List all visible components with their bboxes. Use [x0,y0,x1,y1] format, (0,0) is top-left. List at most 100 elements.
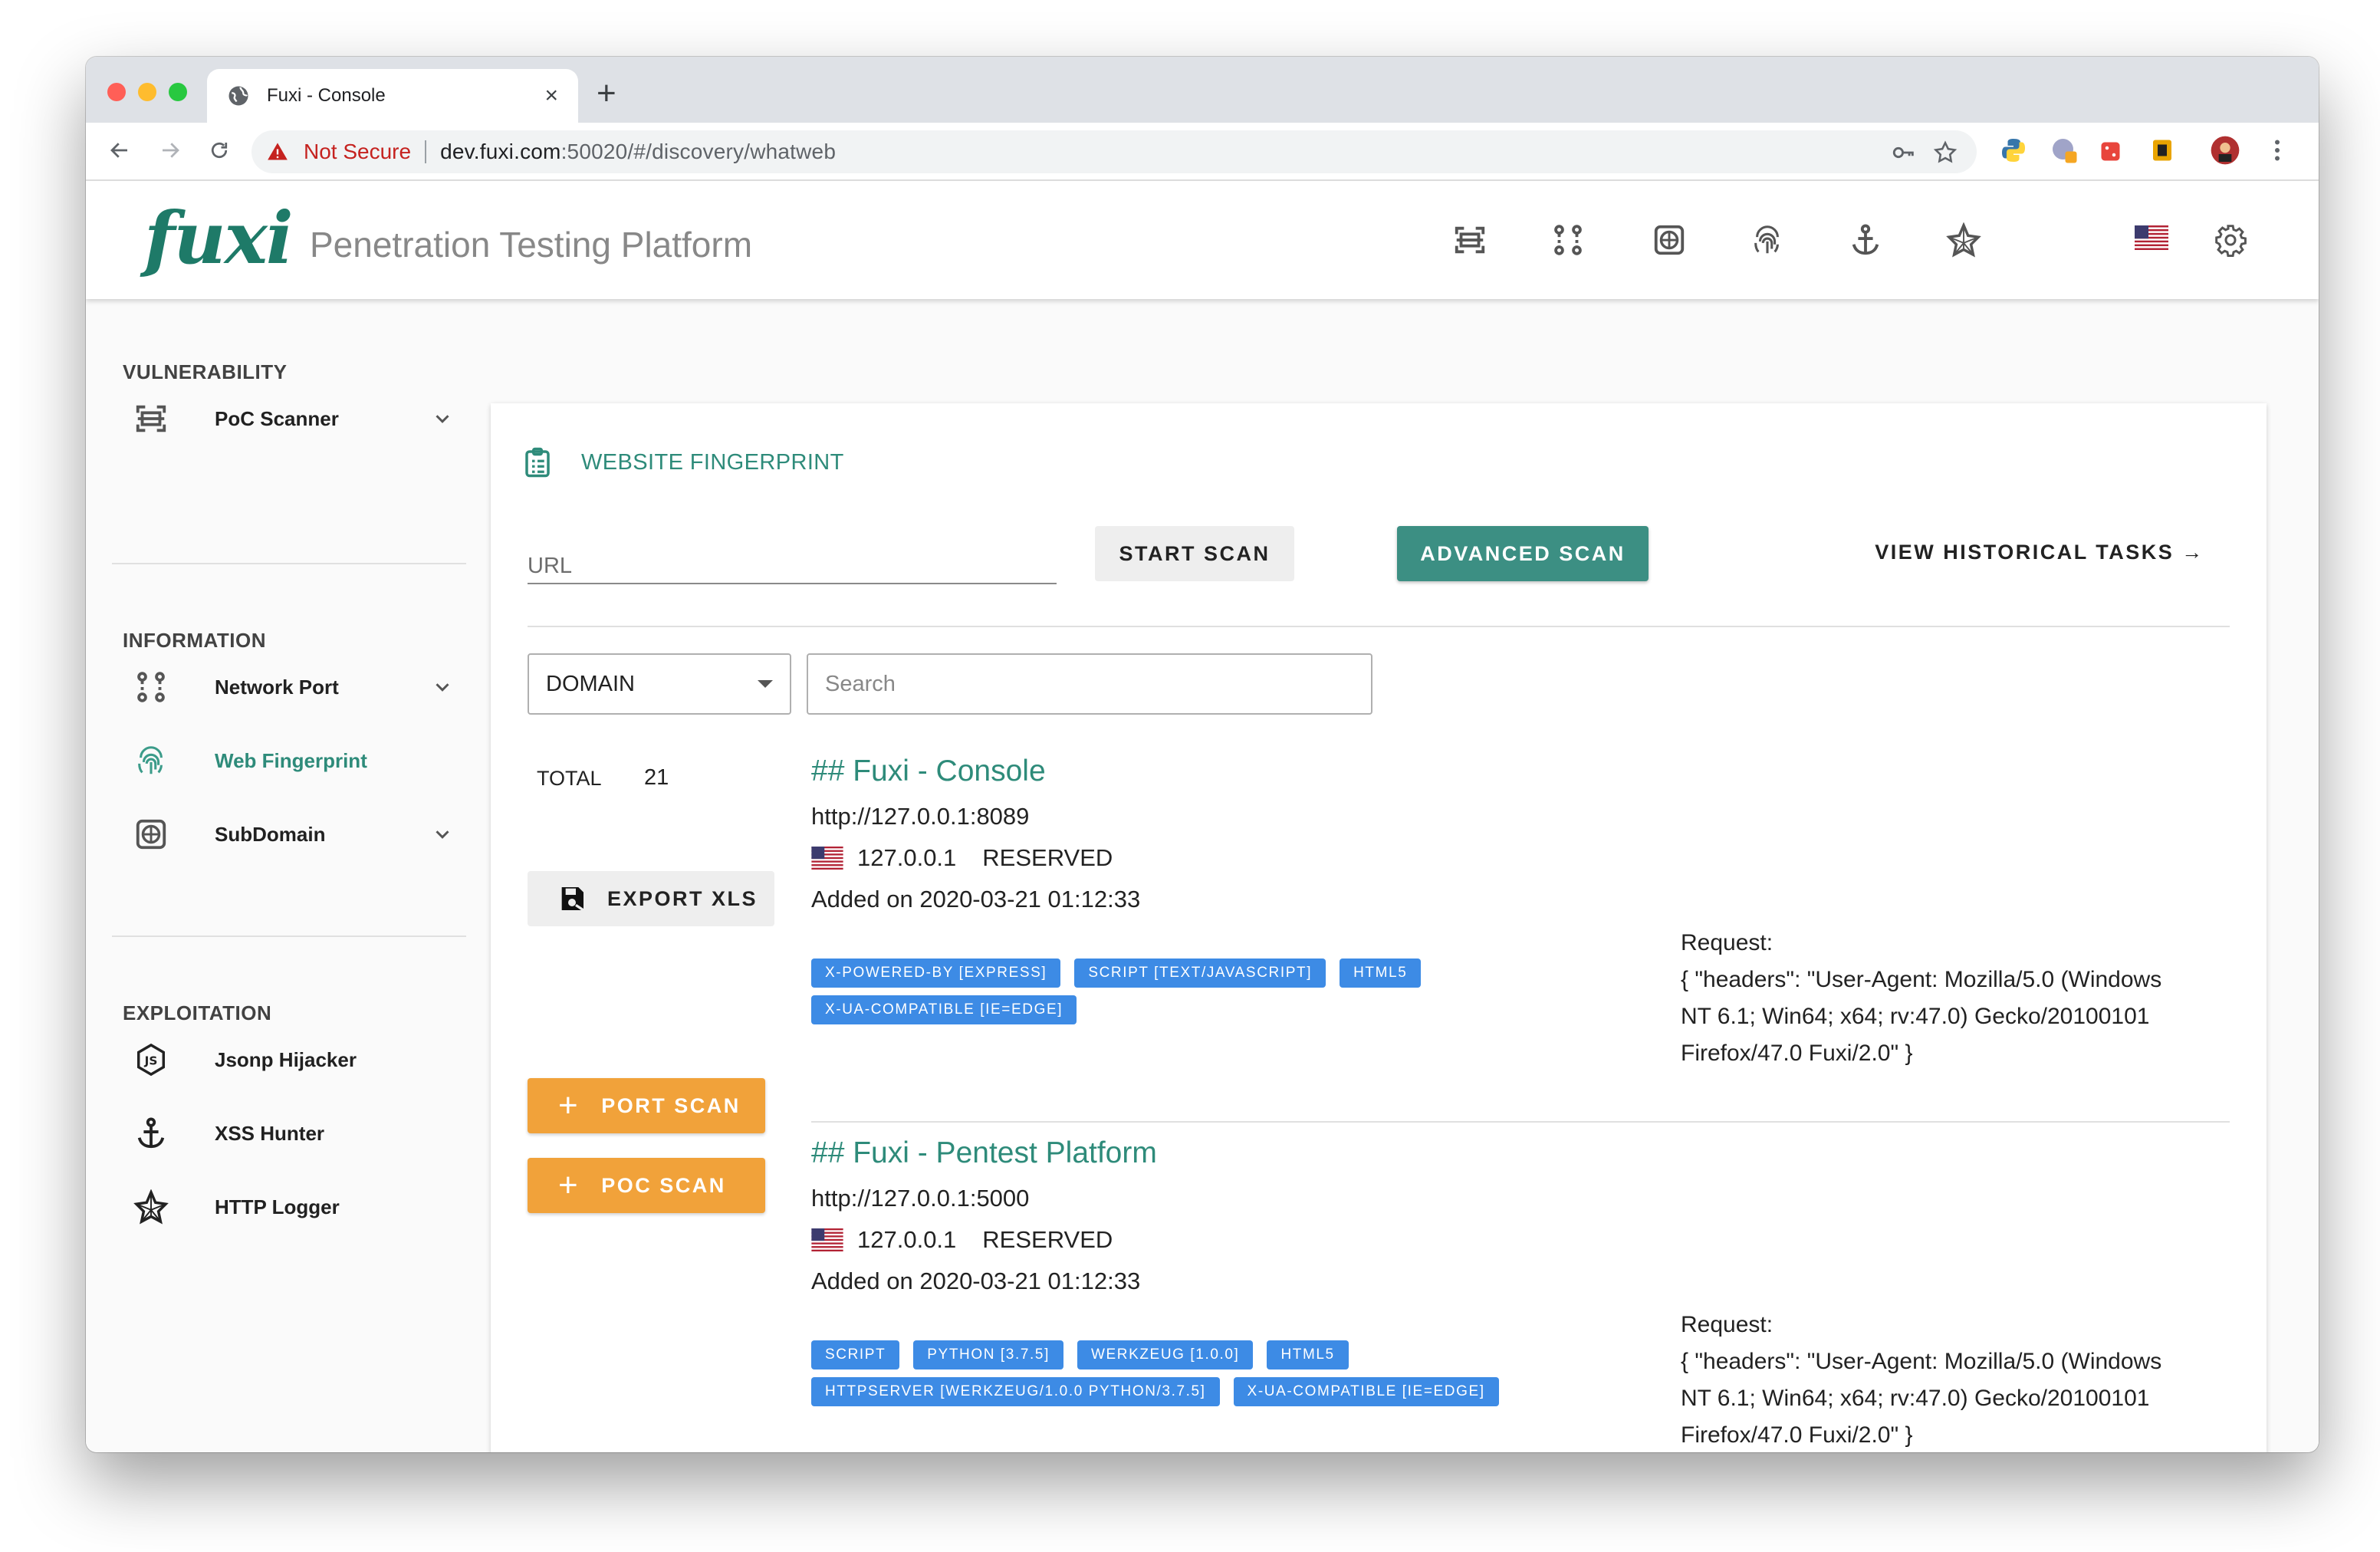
view-historical-tasks-link[interactable]: VIEW HISTORICAL TASKS → [1863,524,2216,580]
port-scan-button[interactable]: + PORT SCAN [528,1078,765,1133]
sidebar-section-information: INFORMATION [123,629,266,652]
sidebar-item-jsonp-hijacker[interactable]: JS Jsonp Hijacker [132,1037,454,1083]
request-body: { "headers": "User-Agent: Mozilla/5.0 (W… [1681,1349,2162,1448]
star-icon[interactable] [1932,140,1958,166]
request-label: Request: [1681,930,1773,955]
export-xls-button[interactable]: EXPORT XLS [528,871,774,926]
us-flag-icon[interactable] [2135,225,2168,250]
back-button[interactable] [103,133,136,167]
fingerprint-chip[interactable]: HTML5 [1267,1340,1349,1370]
result-divider [811,1121,2230,1123]
svg-text:JS: JS [144,1054,158,1068]
header-nav-scan[interactable] [1451,221,1489,259]
network-icon [132,668,170,706]
result-item: ## Fuxi - Pentest Platform http://127.0.… [811,1138,2230,1452]
fingerprint-chip[interactable]: SCRIPT [TEXT/JAVASCRIPT] [1074,958,1326,988]
window-controls [107,83,187,101]
result-ip-row: 127.0.0.1 RESERVED [811,844,2230,872]
chevron-down-icon[interactable] [431,823,454,846]
key-icon[interactable] [1891,140,1917,166]
web-icon [1654,225,1685,255]
caret-down-icon [758,680,773,688]
header-nav-fingerprint[interactable] [1748,221,1787,259]
us-flag-icon [811,847,843,870]
extension-badge-icon[interactable] [2050,136,2078,164]
url-input[interactable] [528,538,1057,584]
url-text[interactable]: dev.fuxi.com:50020/#/discovery/whatweb [440,140,836,164]
result-status: RESERVED [982,844,1113,871]
result-url[interactable]: http://127.0.0.1:8089 [811,803,2230,830]
python-extension-icon[interactable] [2000,136,2027,164]
chevron-down-icon[interactable] [431,676,454,699]
card-title: WEBSITE FINGERPRINT [581,449,844,475]
fingerprint-chip[interactable]: HTTPSERVER [WERKZEUG/1.0.0 PYTHON/3.7.5] [811,1377,1220,1406]
advanced-scan-button[interactable]: ADVANCED SCAN [1397,526,1649,581]
close-window-button[interactable] [107,83,126,101]
sidebar-item-label: PoC Scanner [215,406,339,430]
fingerprint-icon [132,741,170,780]
fingerprint-chip[interactable]: WERKZEUG [1.0.0] [1077,1340,1254,1370]
sidebar-item-subdomain[interactable]: SubDomain [132,811,454,857]
result-title[interactable]: ## Fuxi - Pentest Platform [811,1138,2230,1168]
dice-extension-icon[interactable] [2098,136,2125,164]
fingerprint-chip[interactable]: X-POWERED-BY [EXPRESS] [811,958,1061,988]
header-nav-network[interactable] [1549,221,1587,259]
result-ip: 127.0.0.1 [857,844,957,871]
result-url[interactable]: http://127.0.0.1:5000 [811,1185,2230,1212]
search-input[interactable]: Search [807,653,1372,715]
export-xls-label: EXPORT XLS [607,886,758,910]
header-nav-anchor[interactable] [1846,221,1885,259]
filter-select[interactable]: DOMAIN [528,653,791,715]
sidebar-section-vulnerability: VULNERABILITY [123,360,288,383]
sidebar-item-http-logger[interactable]: HTTP Logger [132,1184,454,1230]
fuxi-logo[interactable]: fuxi [144,202,294,275]
more-vert-icon[interactable] [2263,136,2291,164]
sidebar-item-web-fingerprint[interactable]: Web Fingerprint [132,738,454,784]
start-scan-button[interactable]: START SCAN [1095,526,1294,581]
result-ip-row: 127.0.0.1 RESERVED [811,1226,2230,1254]
fingerprint-chip[interactable]: HTML5 [1340,958,1422,988]
minimize-window-button[interactable] [138,83,156,101]
sidebar-divider [112,935,466,937]
js-icon: JS [132,1041,170,1079]
spider-web-icon [1946,222,1981,258]
browser-toolbar: Not Secure dev.fuxi.com:50020/#/discover… [86,123,2319,181]
url-path: :50020/#/discovery/whatweb [560,140,837,163]
header-nav-spider[interactable] [1944,221,1983,259]
shield-extension-icon[interactable] [2148,136,2176,164]
chevron-down-icon[interactable] [431,407,454,430]
fingerprint-chip[interactable]: PYTHON [3.7.5] [913,1340,1063,1370]
anchor-icon [1852,224,1879,255]
address-bar[interactable]: Not Secure dev.fuxi.com:50020/#/discover… [251,130,1977,173]
sidebar-item-poc-scanner[interactable]: PoC Scanner [132,396,454,442]
address-divider [425,140,427,163]
browser-tab[interactable]: Fuxi - Console × [207,69,578,123]
security-label[interactable]: Not Secure [304,140,411,164]
sidebar-item-xss-hunter[interactable]: XSS Hunter [132,1110,454,1156]
reload-icon [211,142,228,159]
header-nav-web[interactable] [1650,221,1688,259]
avatar[interactable] [2210,135,2240,166]
fingerprint-chip[interactable]: X-UA-COMPATIBLE [IE=EDGE] [811,995,1077,1024]
fingerprint-chip[interactable]: SCRIPT [811,1340,900,1370]
gear-icon [2215,225,2247,257]
result-title[interactable]: ## Fuxi - Console [811,756,2230,786]
sidebar: VULNERABILITY PoC Scanner INFORMATION Ne… [86,299,492,1452]
fingerprint-chip[interactable]: X-UA-COMPATIBLE [IE=EDGE] [1233,1377,1499,1406]
forward-button[interactable] [153,133,187,167]
result-item: ## Fuxi - Console http://127.0.0.1:8089 … [811,756,2230,1124]
close-tab-icon[interactable]: × [544,84,558,107]
sidebar-item-network-port[interactable]: Network Port [132,664,454,710]
scan-icon [1455,226,1485,254]
maximize-window-button[interactable] [169,83,187,101]
filter-select-value: DOMAIN [546,671,635,696]
sidebar-section-exploitation: EXPLOITATION [123,1001,272,1024]
result-request: Request: { "headers": "User-Agent: Mozil… [1681,1307,2171,1452]
result-chips: SCRIPT PYTHON [3.7.5] WERKZEUG [1.0.0] H… [811,1340,1578,1406]
poc-scan-label: POC SCAN [601,1173,726,1197]
reload-button[interactable] [202,133,236,167]
anchor-icon [132,1114,170,1152]
settings-button[interactable] [2211,221,2250,259]
new-tab-button[interactable]: + [597,77,616,110]
poc-scan-button[interactable]: + POC SCAN [528,1158,765,1213]
